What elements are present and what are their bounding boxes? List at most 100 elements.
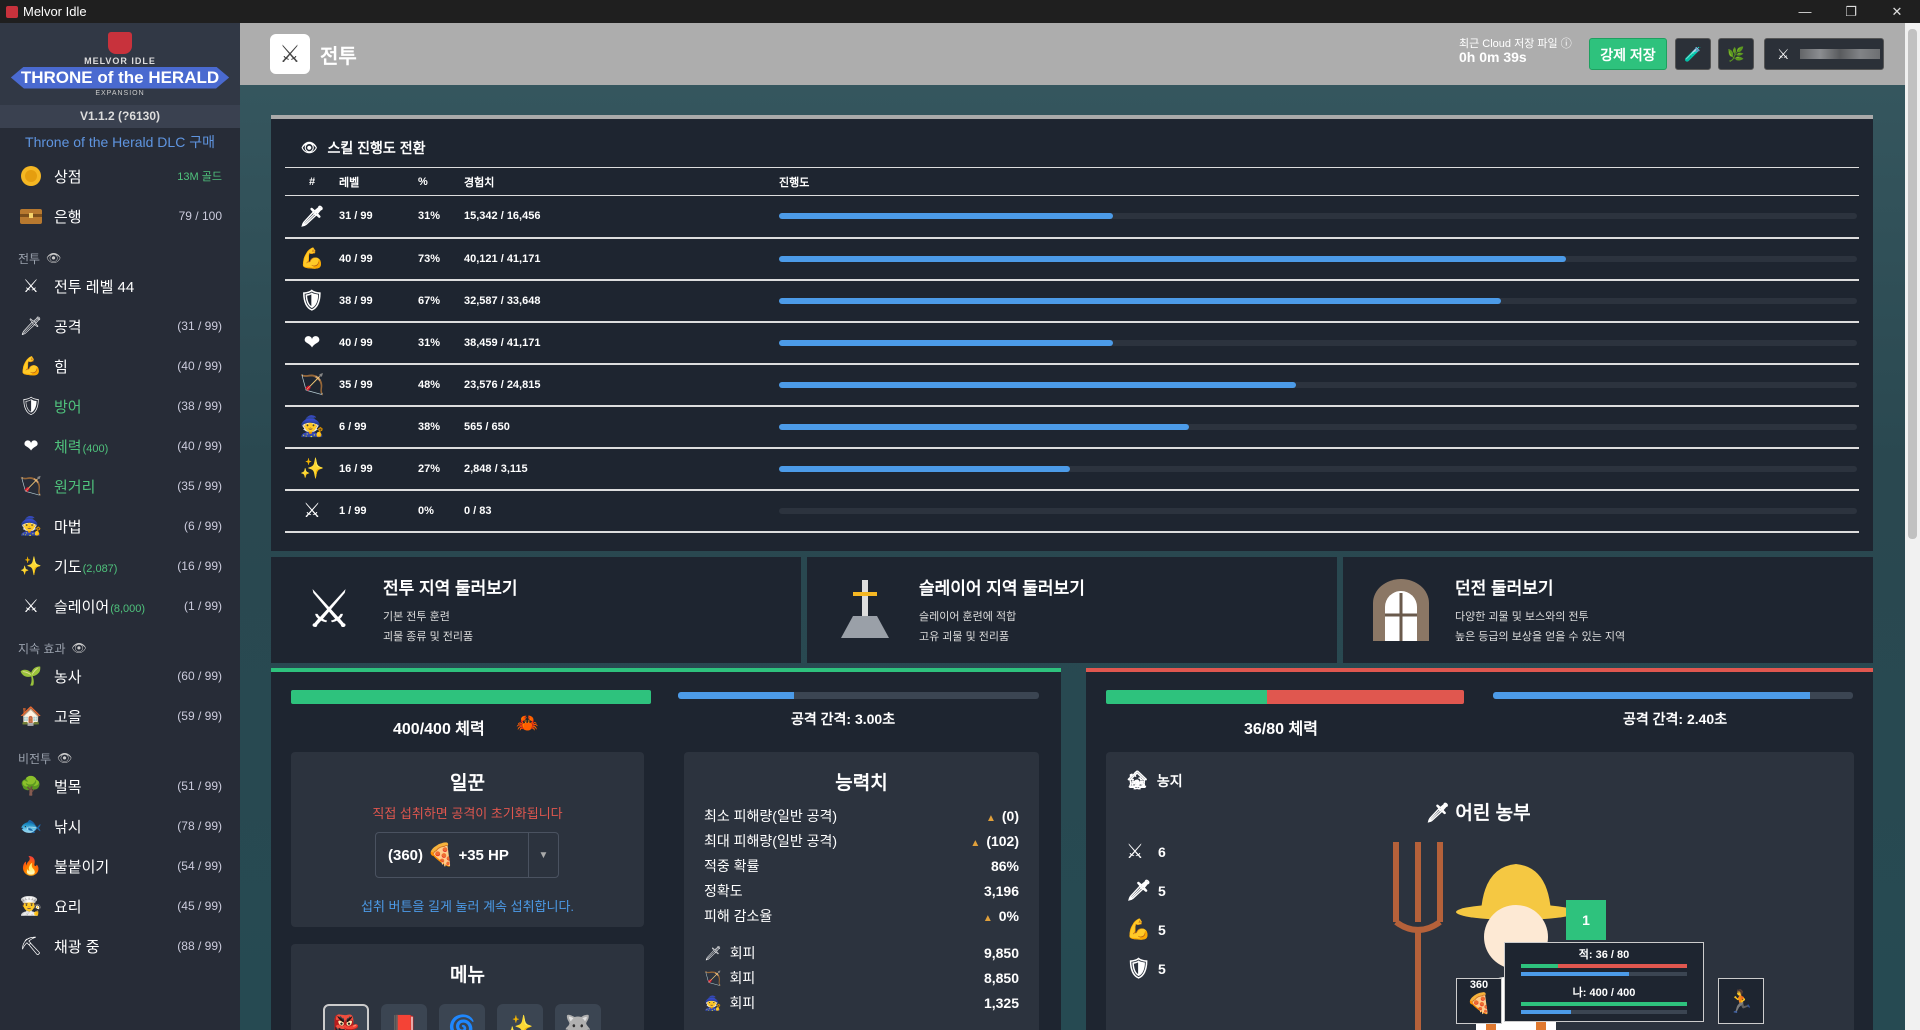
wizard-hat-icon: 🧙 <box>704 994 722 1011</box>
tree-icon: 🌳 <box>19 775 43 796</box>
progress-bar <box>779 339 1857 346</box>
food-qty: (360) <box>388 846 424 864</box>
dlc-purchase-link[interactable]: Throne of the Herald DLC 구매 <box>0 128 240 156</box>
cloud-save-time: 0h 0m 39s <box>1459 49 1527 65</box>
crossed-swords-icon: ⚔ <box>1126 841 1144 863</box>
minimize-button[interactable]: — <box>1782 0 1828 23</box>
enemy-hp-bar <box>1106 690 1464 704</box>
sidebar-item-sword[interactable]: 🗡 공격 (31 / 99) <box>0 306 240 346</box>
pizza-icon: 🍕 <box>1466 993 1492 1015</box>
enemy-stat-row: 🗡 5 <box>1126 880 1166 902</box>
run-icon[interactable]: 🏃 <box>1718 978 1764 1024</box>
sword-icon: 🗡 <box>1126 880 1152 902</box>
sidebar-item-shop[interactable]: 상점 13M 골드 <box>0 156 240 196</box>
force-save-button[interactable]: 강제 저장 <box>1589 38 1667 70</box>
evasion-row: 🗡 회피 9,850 <box>704 944 1019 961</box>
sidebar-item-fire[interactable]: 🔥 불붙이기 (54 / 99) <box>0 846 240 886</box>
potion-icon[interactable]: 🧪 <box>1675 38 1711 70</box>
sidebar-item-fish[interactable]: 🐟 낚시 (78 / 99) <box>0 806 240 846</box>
crossed-swords-icon: ⚔ <box>22 275 40 296</box>
sidebar-item-bow[interactable]: 🏹 원거리 (35 / 99) <box>0 466 240 506</box>
equipment-icon[interactable]: 👺 <box>323 1004 369 1030</box>
fish-icon: 🐟 <box>19 815 43 836</box>
combat-areas-button[interactable]: ⚔ 전투 지역 둘러보기 기본 전투 훈련 괴물 종류 및 전리품 <box>271 557 801 663</box>
sidebar-item-sparkle[interactable]: ✨ 기도(2,087) (16 / 99) <box>0 546 240 586</box>
sidebar-item-heart[interactable]: ❤ 체력(400) (40 / 99) <box>0 426 240 466</box>
quick-eat-button[interactable]: 360 🍕 <box>1456 978 1502 1024</box>
spellbook-icon[interactable]: 📕 <box>381 1004 427 1030</box>
menu-panel: 메뉴 👺 📕 🌀 ✨ 🐺 <box>291 944 644 1030</box>
player-attack-interval: 공격 간격: 3.00초 <box>791 711 896 727</box>
menu-title: 메뉴 <box>450 965 485 986</box>
sidebar-item-bank[interactable]: 은행 79 / 100 <box>0 196 240 236</box>
dungeon-door-icon <box>1365 574 1437 646</box>
window-titlebar: Melvor Idle — ❐ ✕ <box>0 0 1920 23</box>
sidebar-item-tree[interactable]: 🌳 벌목 (51 / 99) <box>0 766 240 806</box>
summoning-icon[interactable]: 🐺 <box>555 1004 601 1030</box>
progress-bar <box>779 297 1857 304</box>
sword-icon: 🗡 <box>704 944 722 961</box>
chest-icon <box>18 203 44 229</box>
scrollbar-thumb[interactable] <box>1908 29 1917 539</box>
auto-eat-icon[interactable]: 🌀 <box>439 1004 485 1030</box>
close-button[interactable]: ✕ <box>1874 0 1920 23</box>
version-label: V1.1.2 (?6130) <box>0 105 240 128</box>
sword-icon: 🗡 <box>1426 803 1451 824</box>
eye-icon[interactable]: 👁 <box>46 251 61 265</box>
wizard-hat-icon: 🧙 <box>19 515 43 536</box>
eye-icon[interactable]: 👁 <box>72 641 87 655</box>
table-row: 💪 40 / 99 73% 40,121 / 41,171 <box>285 237 1859 281</box>
area-buttons: ⚔ 전투 지역 둘러보기 기본 전투 훈련 괴물 종류 및 전리품 슬레이어 지역 … <box>271 557 1873 663</box>
sidebar-item-shield[interactable]: 🛡 방어 (38 / 99) <box>0 386 240 426</box>
eye-icon[interactable]: 👁 <box>57 751 72 765</box>
food-heal: +35 HP <box>458 846 509 864</box>
triangle-icon: ▲ <box>982 912 993 924</box>
enemy-stat-row: ⚔ 6 <box>1126 841 1166 863</box>
skill-progress-panel: 👁 스킬 진행도 전환 # 레벨 % 경험치 진행도 🗡 31 / 99 31% 15,… <box>271 115 1873 551</box>
sidebar-item-wizard-hat[interactable]: 🧙 마법 (6 / 99) <box>0 506 240 546</box>
enemy-count-badge: 1 <box>1566 900 1606 940</box>
sidebar-item-chef-hat[interactable]: 👨‍🍳 요리 (45 / 99) <box>0 886 240 926</box>
page-title: 전투 <box>320 45 357 68</box>
enemy-name: 🗡 어린 농부 <box>1426 803 1531 824</box>
crossed-swords-icon: ⚔ <box>305 581 353 639</box>
enemy-stat-row: 🛡 5 <box>1126 958 1166 980</box>
food-dropdown[interactable]: ▼ <box>528 833 558 877</box>
food-panel: 일꾼 직접 섭취하면 공격이 초기화됩니다 (360) 🍕 +35 HP ▼ 섭… <box>291 752 644 927</box>
col-header: % <box>418 167 464 196</box>
eat-food-button[interactable]: (360) 🍕 +35 HP ▼ <box>375 832 559 878</box>
table-row: 🛡 38 / 99 67% 32,587 / 33,648 <box>285 279 1859 323</box>
heart-icon: ❤ <box>23 435 39 456</box>
eye-icon[interactable]: 👁 <box>301 140 318 156</box>
slayer-sword-icon: ⚔ <box>285 489 339 533</box>
herb-icon[interactable]: 🌿 <box>1718 38 1754 70</box>
sidebar-item-town[interactable]: 🏠 고을 (59 / 99) <box>0 696 240 736</box>
logo[interactable]: MELVOR IDLE THRONE of the HERALD EXPANSI… <box>0 23 240 105</box>
sword-in-stone-icon <box>829 574 901 646</box>
cloud-save-status: 최근 Cloud 저장 파일 ⓘ 0h 0m 39s <box>1459 38 1572 65</box>
page-header: ⚔ 전투 최근 Cloud 저장 파일 ⓘ 0h 0m 39s 강제 저장 🧪 … <box>240 23 1905 85</box>
nav-head-noncombat: 비전투 👁 <box>18 751 73 766</box>
logo-line3: EXPANSION <box>95 89 145 97</box>
sidebar-item-arm[interactable]: 💪 힘 (40 / 99) <box>0 346 240 386</box>
sidebar-item-pickaxe[interactable]: ⛏ 채광 중 (88 / 99) <box>0 926 240 966</box>
skill-progress-table: # 레벨 % 경험치 진행도 🗡 31 / 99 31% 15,342 / 16,45… <box>285 167 1859 533</box>
slayer-areas-button[interactable]: 슬레이어 지역 둘러보기 슬레이어 훈련에 적합 고유 괴물 및 전리품 <box>807 557 1337 663</box>
sidebar-item-sprout[interactable]: 🌱 농사 (60 / 99) <box>0 656 240 696</box>
sidebar-item-slayer-sword[interactable]: ⚔ 슬레이어(8,000) (1 / 99) <box>0 586 240 626</box>
account-button[interactable]: ⚔ <box>1764 38 1884 70</box>
player-hp-bar <box>291 690 651 704</box>
stat-row: 적중 확률 86% <box>704 857 1019 874</box>
col-header: # <box>285 167 339 196</box>
scrollbar[interactable] <box>1905 23 1920 1030</box>
restore-button[interactable]: ❐ <box>1828 0 1874 23</box>
main-content: 👁 스킬 진행도 전환 # 레벨 % 경험치 진행도 🗡 31 / 99 31% 15,… <box>240 85 1905 1030</box>
sidebar-item-combat[interactable]: ⚔ 전투 레벨 44 <box>0 266 240 306</box>
dungeon-button[interactable]: 던전 둘러보기 다양한 괴물 및 보스와의 전투 높은 등급의 보상을 얻을 수 있… <box>1343 557 1873 663</box>
sword-icon: 🗡 <box>19 315 43 336</box>
slayer-sword-icon: ⚔ <box>22 595 40 616</box>
col-header: 경험치 <box>464 167 779 196</box>
stat-row: 최소 피해량(일반 공격) ▲ (0) <box>704 807 1019 824</box>
prayer-icon[interactable]: ✨ <box>497 1004 543 1030</box>
help-icon: ⓘ <box>1560 38 1572 50</box>
